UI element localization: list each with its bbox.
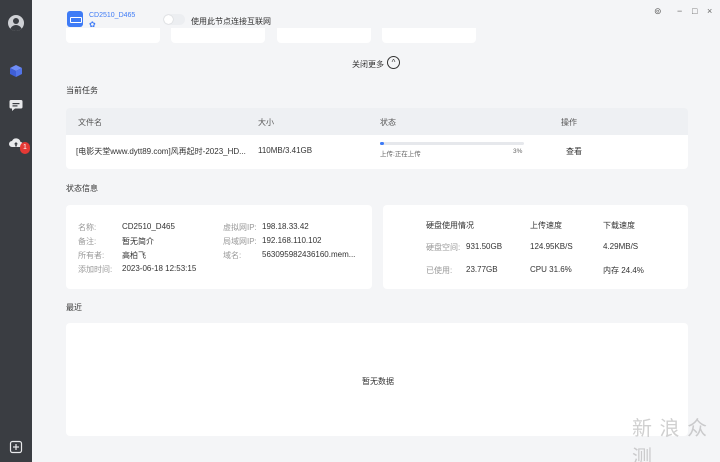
owner-value: 高柏飞 — [122, 251, 146, 260]
note-label: 备注: — [78, 237, 97, 246]
task-table-header — [66, 108, 688, 135]
sidebar: 1 — [0, 0, 32, 462]
domain-label: 域名: — [223, 251, 242, 260]
status-info-title: 状态信息 — [66, 184, 98, 193]
chat-icon[interactable] — [8, 97, 24, 113]
task-percent: 3% — [513, 148, 523, 155]
stats-card — [171, 28, 265, 43]
watermark: 新 浪 众 测 — [632, 418, 709, 462]
name-value: CD2510_D465 — [122, 222, 175, 231]
download-speed-header: 下载速度 — [603, 221, 635, 230]
device-info-card — [66, 205, 372, 289]
upload-speed-header: 上传速度 — [530, 221, 562, 230]
disk-space-label: 硬盘空间: — [426, 243, 461, 252]
download-speed-value: 4.29MB/S — [603, 242, 639, 251]
lan-ip-value: 192.168.110.102 — [262, 236, 322, 245]
lan-ip-label: 局域网IP: — [223, 237, 257, 246]
settings-icon[interactable]: ⊚ — [654, 6, 662, 16]
task-status: 上传:正在上传 — [380, 151, 421, 158]
disk-space-value: 931.50GB — [466, 242, 503, 251]
recent-title: 最近 — [66, 303, 82, 312]
maximize-button[interactable]: □ — [692, 6, 697, 16]
close-button[interactable]: × — [707, 6, 712, 16]
name-label: 名称: — [78, 223, 97, 232]
disk-used-value: 23.77GB — [466, 265, 498, 274]
column-header-action: 操作 — [561, 118, 577, 127]
device-icon — [67, 11, 83, 27]
upload-progress-bar — [380, 142, 524, 145]
minimize-button[interactable]: − — [677, 6, 682, 16]
toggle-label: 使用此节点连接互联网 — [191, 17, 271, 26]
note-value: 暂无简介 — [122, 237, 154, 246]
collapse-more-label[interactable]: 关闭更多 — [352, 59, 384, 70]
upload-progress-fill — [380, 142, 385, 145]
current-task-title: 当前任务 — [66, 86, 98, 95]
empty-state-text: 暂无数据 — [362, 377, 394, 386]
device-name[interactable]: CD2510_D465 — [89, 12, 135, 19]
upload-speed-value: 124.95KB/S — [530, 242, 573, 251]
column-header-size: 大小 — [258, 118, 274, 127]
virtual-ip-value: 198.18.33.42 — [262, 222, 309, 231]
device-status-icon: ✿ — [89, 20, 96, 29]
column-header-status: 状态 — [380, 118, 396, 127]
add-icon[interactable] — [8, 439, 24, 455]
column-header-filename: 文件名 — [78, 118, 102, 127]
added-time-value: 2023-06-18 12:53:15 — [122, 264, 197, 273]
cpu-usage: CPU 31.6% — [530, 265, 572, 274]
memory-usage: 内存 24.4% — [603, 266, 644, 275]
owner-label: 所有者: — [78, 251, 105, 260]
cube-icon[interactable] — [8, 63, 24, 79]
disk-used-label: 已使用: — [426, 266, 453, 275]
virtual-ip-label: 虚拟网IP: — [223, 223, 257, 232]
view-button[interactable]: 查看 — [566, 146, 582, 157]
stats-card — [277, 28, 371, 43]
disk-usage-header: 硬盘使用情况 — [426, 221, 474, 230]
avatar-icon[interactable] — [8, 15, 24, 31]
main-content: CD2510_D465 ✿ 使用此节点连接互联网 ⊚ − □ × 关闭更多 ^ … — [32, 0, 720, 462]
domain-value: 563095982436160.mem... — [262, 250, 356, 259]
stats-card — [66, 28, 160, 43]
notification-badge: 1 — [20, 142, 30, 154]
chevron-up-icon[interactable]: ^ — [387, 56, 400, 69]
stats-card — [382, 28, 476, 43]
added-time-label: 添加时间: — [78, 265, 113, 274]
task-size: 110MB/3.41GB — [258, 146, 313, 155]
internet-toggle[interactable] — [163, 14, 185, 25]
task-filename: [电影天堂www.dytt89.com]风再起时-2023_HD... — [76, 147, 246, 156]
